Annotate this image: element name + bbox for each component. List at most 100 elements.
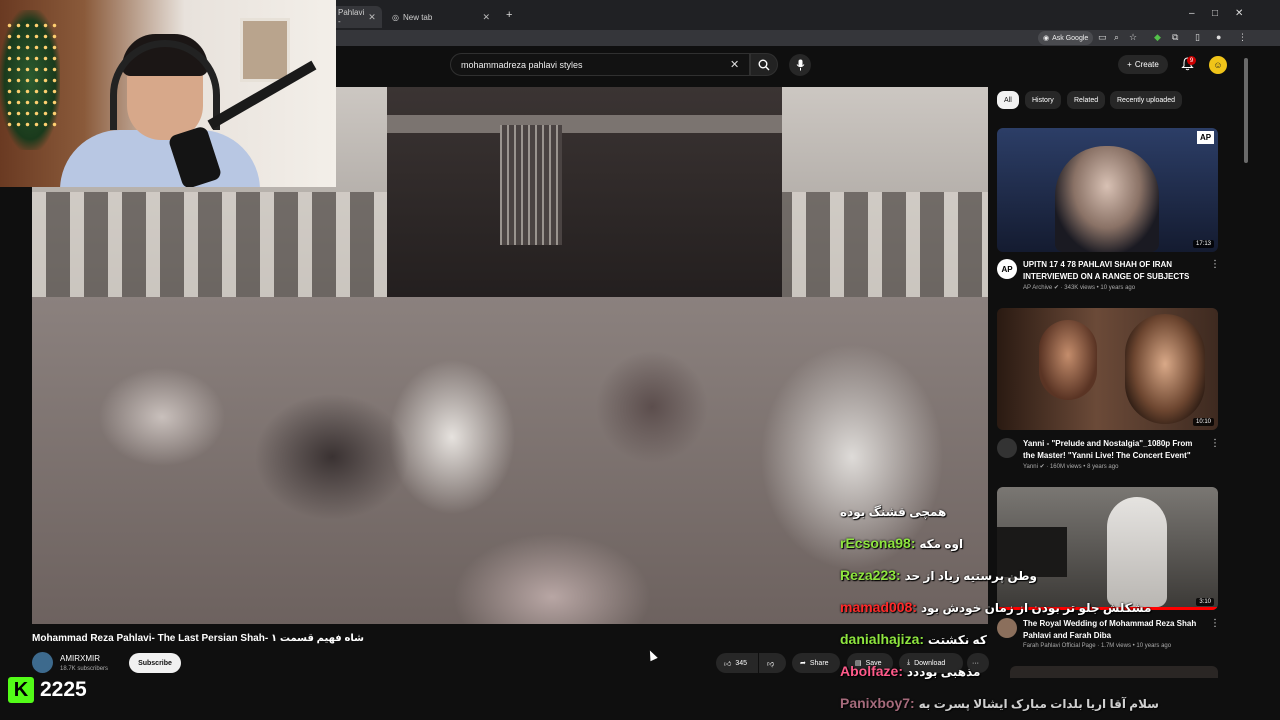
globe-icon: ◎ [392, 12, 399, 22]
viewer-counter: K 2225 [8, 676, 87, 704]
recommended-thumbnail[interactable]: 10:10 [997, 308, 1218, 430]
recommended-thumbnail[interactable]: AP 17:13 [997, 128, 1218, 252]
recommended-title[interactable]: UPITN 17 4 78 PAHLAVI SHAH OF IRAN INTER… [1023, 259, 1205, 283]
chat-text: همچی قشنگ بوده [840, 505, 947, 519]
thumbnail-person-left [1039, 320, 1097, 400]
ask-google-button[interactable]: ◉ Ask Google [1038, 31, 1094, 45]
channel-label: AP Archive [1023, 285, 1053, 291]
extensions-puzzle-icon[interactable]: ⧉ [1172, 32, 1178, 43]
channel-label: Yanni [1023, 464, 1038, 470]
chip-related[interactable]: Related [1067, 91, 1106, 109]
channel-avatar[interactable]: AP [997, 259, 1017, 279]
tab-label: Pahlavi - [338, 8, 365, 26]
more-options-icon[interactable]: ⋮ [1210, 438, 1220, 449]
video-frame-band [387, 115, 782, 133]
like-count: 345 [735, 659, 748, 667]
google-lens-icon: ◉ [1043, 35, 1050, 42]
share-label: Share [809, 659, 829, 667]
window-close-icon[interactable]: ✕ [1235, 8, 1243, 19]
verified-icon: ✔ [1039, 464, 1045, 470]
browser-menu-icon[interactable]: ⋮ [1238, 32, 1247, 43]
video-duration: 10:10 [1192, 418, 1214, 426]
more-options-icon[interactable]: ⋮ [1210, 618, 1220, 629]
profile-icon[interactable]: ● [1216, 32, 1221, 42]
chat-text: سلام آقا اریا بلدات مبارک ایشالا پسرت به [918, 697, 1159, 711]
maximize-icon[interactable]: □ [1212, 8, 1218, 19]
minimize-icon[interactable]: – [1189, 8, 1195, 19]
tab-close-icon[interactable]: ✕ [482, 12, 490, 23]
tab-close-icon[interactable]: ✕ [368, 12, 376, 23]
video-duration: 17:13 [1192, 240, 1214, 248]
channel-avatar[interactable] [997, 438, 1017, 458]
ap-logo: AP [1197, 131, 1214, 144]
wall-picture-frame [240, 18, 290, 82]
views-age: 343K views • 10 years ago [1064, 285, 1136, 291]
chat-message: rEcsona98: اوه مکه [840, 535, 963, 551]
recommended-title[interactable]: Yanni - "Prelude and Nostalgia"_1080p Fr… [1023, 438, 1205, 462]
views-age: 1.7M views • 10 years ago [1100, 643, 1172, 649]
subscribe-button[interactable]: Subscribe [129, 653, 181, 673]
verified-icon: ✔ [1053, 285, 1059, 291]
search-button[interactable] [750, 53, 778, 76]
search-input[interactable]: mohammadreza pahlavi styles [450, 53, 750, 76]
chip-history[interactable]: History [1025, 91, 1061, 109]
translate-icon[interactable]: ▭ [1098, 32, 1107, 43]
channel-avatar[interactable] [32, 652, 53, 673]
video-frame-door [500, 125, 562, 245]
thumbs-up-icon: 👍︎ [724, 660, 732, 668]
tab-new-tab[interactable]: ◎ New tab ✕ [384, 6, 498, 28]
thumbnail-bride [1107, 497, 1167, 607]
video-duration: 3:10 [1196, 598, 1214, 606]
clear-search-icon[interactable]: ✕ [730, 58, 739, 71]
bookmark-star-icon[interactable]: ☆ [1129, 32, 1137, 43]
chat-username: Panixboy7: [840, 695, 915, 711]
chat-message: mamad008: مشکلش جلو تر بودن از زمان خودش… [840, 599, 1151, 615]
chip-recently-uploaded[interactable]: Recently uploaded [1110, 91, 1182, 109]
tab-label: New tab [402, 12, 433, 22]
extension-icon[interactable]: ◆ [1154, 32, 1161, 43]
channel-avatar[interactable] [997, 618, 1017, 638]
voice-search-button[interactable] [789, 54, 811, 76]
chat-message: Abolfaze: مذهبی بوددد [840, 663, 980, 679]
plus-icon: + [1127, 60, 1132, 69]
chat-text: اوه مکه [919, 537, 964, 551]
chat-text: که نکشتت [927, 633, 987, 647]
more-options-icon[interactable]: ⋮ [1210, 259, 1220, 270]
zoom-icon[interactable]: ⌕ [1114, 32, 1119, 43]
dislike-button[interactable]: 👎︎ [759, 653, 786, 673]
views-age: 160M views • 8 years ago [1049, 464, 1119, 470]
recommended-title[interactable]: The Royal Wedding of Mohammad Reza Shah … [1023, 618, 1205, 642]
account-avatar[interactable]: ☺ [1209, 56, 1227, 74]
chat-username: mamad008: [840, 599, 918, 615]
chat-text: مشکلش جلو تر بودن از زمان خودش بود [920, 601, 1152, 615]
search-icon [758, 59, 770, 70]
recommended-thumbnail-partial[interactable] [1010, 666, 1218, 678]
chat-username: danialhajiza: [840, 631, 925, 647]
search-query: mohammadreza pahlavi styles [461, 59, 583, 70]
chat-username: rEcsona98: [840, 535, 916, 551]
thumbnail-person-right [1125, 314, 1205, 424]
page-scrollbar[interactable] [1244, 58, 1248, 163]
tab-pahlavi[interactable]: Pahlavi - ✕ [330, 6, 382, 28]
channel-name[interactable]: AMIRXMIR [60, 654, 100, 663]
ask-google-label: Ask Google [1052, 34, 1089, 42]
sidebar-icon[interactable]: ▯ [1195, 32, 1200, 43]
microphone-icon [796, 59, 804, 71]
chat-message: danialhajiza: که نکشتت [840, 631, 987, 647]
chat-message: Reza223: وطن پرستیه زیاد از حد [840, 567, 1037, 583]
chat-username: Abolfaze: [840, 663, 903, 679]
new-tab-icon[interactable]: + [506, 9, 512, 21]
create-button[interactable]: + Create [1118, 55, 1168, 74]
share-button[interactable]: ➦ Share [792, 653, 840, 673]
create-label: Create [1134, 60, 1159, 69]
webcam-overlay [0, 0, 336, 187]
recommended-thumbnail[interactable]: 3:10 [997, 487, 1218, 610]
viewer-count: 2225 [40, 678, 87, 701]
kick-logo-icon: K [8, 677, 34, 703]
share-arrow-icon: ➦ [800, 660, 806, 667]
chip-all[interactable]: All [997, 91, 1019, 109]
thumbnail-portrait [1055, 146, 1159, 252]
video-title: Mohammad Reza Pahlavi- The Last Persian … [32, 633, 364, 644]
subscriber-count: 18.7K subscribers [60, 666, 109, 672]
like-button[interactable]: 👍︎ 345 [716, 653, 758, 673]
